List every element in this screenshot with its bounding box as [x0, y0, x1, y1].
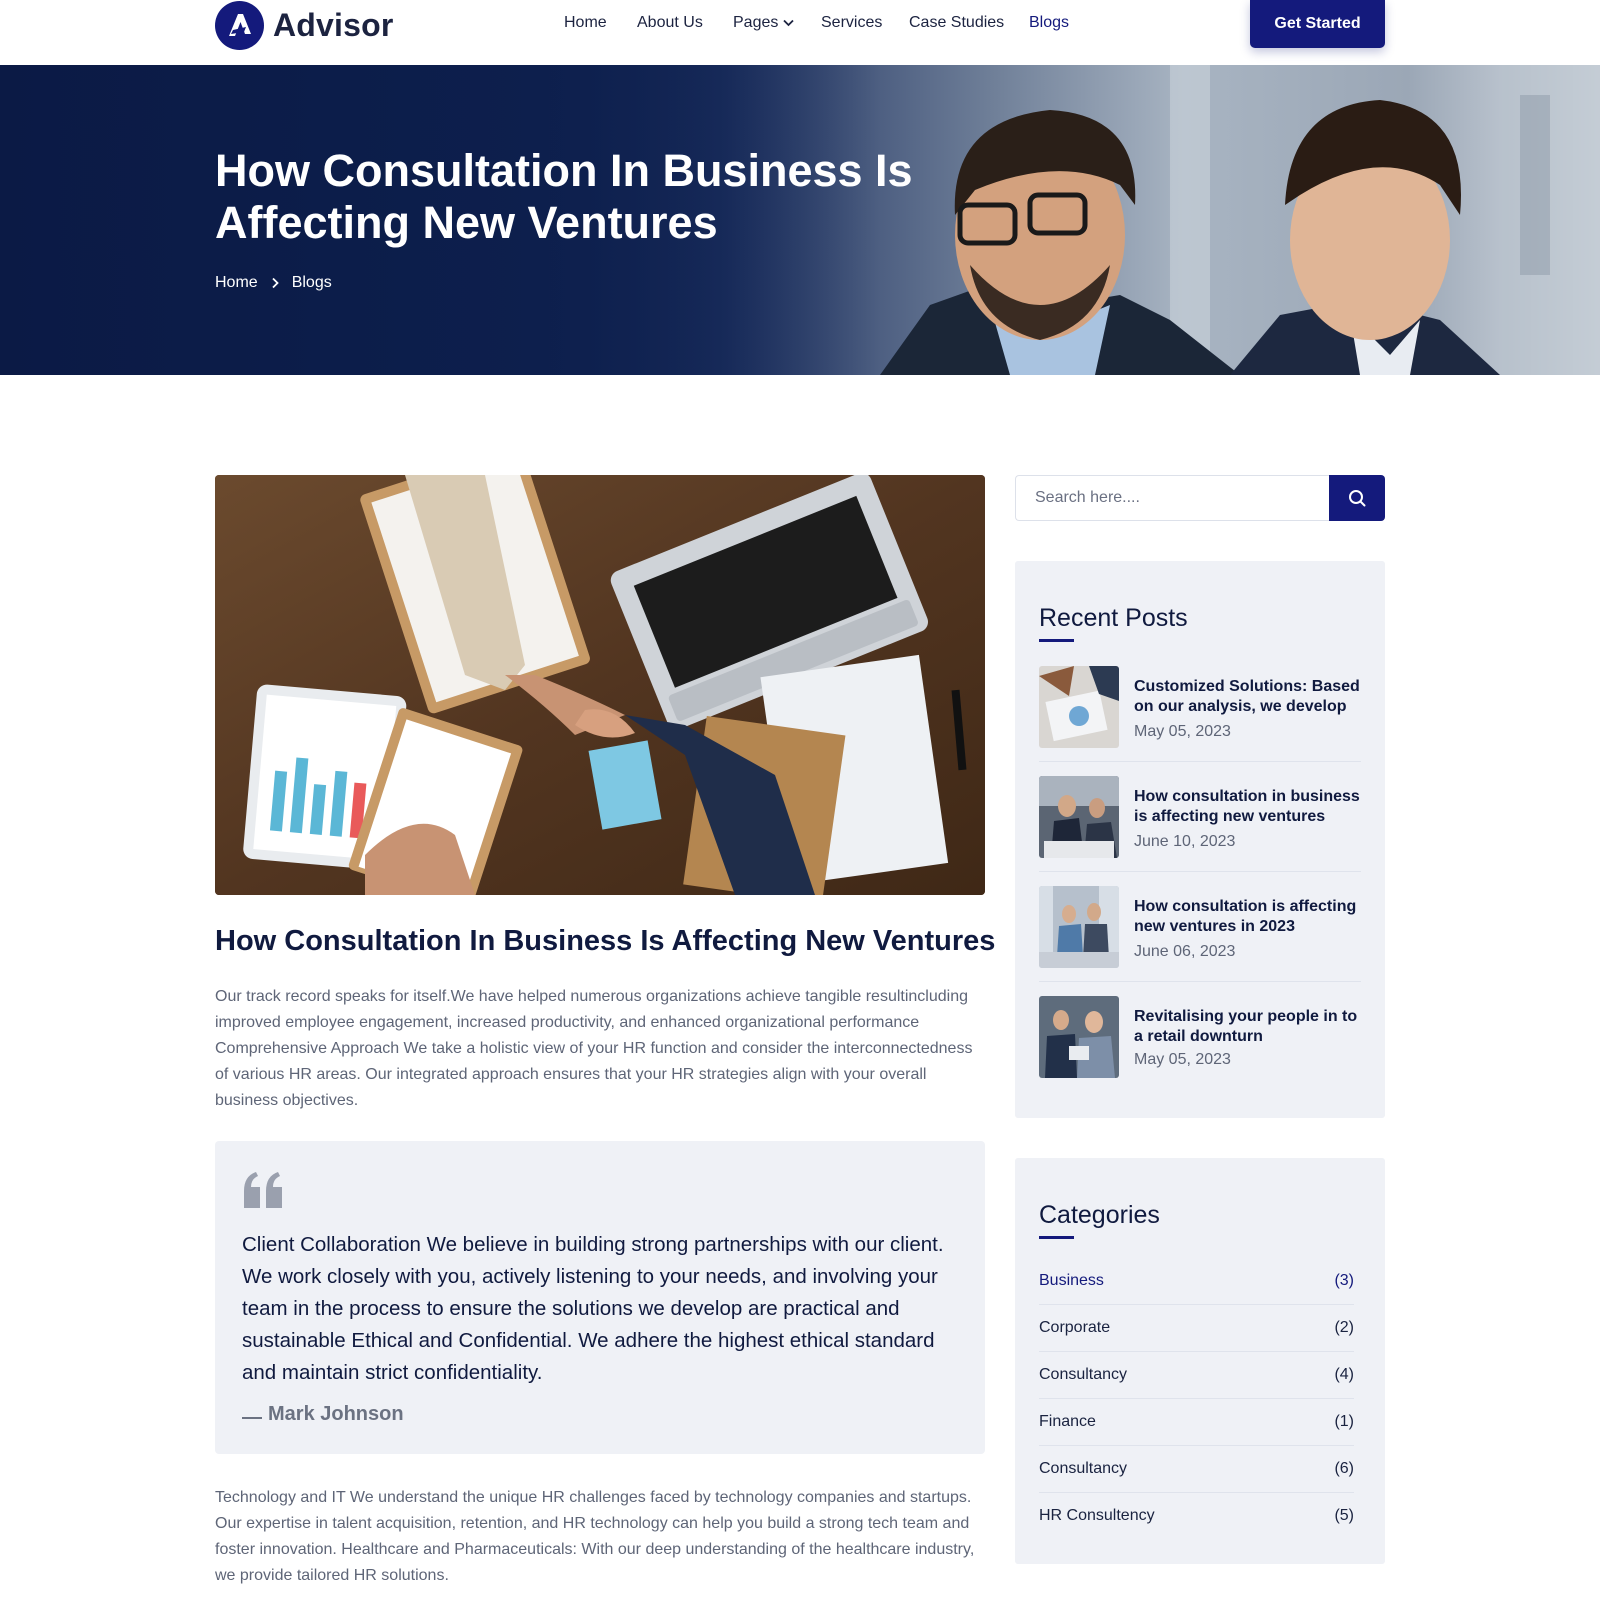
quote-dash — [242, 1416, 262, 1419]
nav-about-us[interactable]: About Us — [637, 14, 703, 32]
article-quote: Client Collaboration We believe in build… — [215, 1141, 985, 1454]
site-header: Advisor Home About Us Pages Services Cas… — [0, 0, 1600, 65]
categories-title: Categories — [1039, 1201, 1160, 1229]
recent-posts-widget: Recent Posts Customized Solutions: Based… — [1015, 561, 1385, 1118]
post-divider — [1039, 871, 1361, 872]
breadcrumb-current: Blogs — [291, 274, 332, 291]
category-name: Corporate — [1039, 1318, 1111, 1336]
search-icon — [1349, 490, 1366, 507]
recent-post-item[interactable]: How consultation in business is affectin… — [1039, 776, 1361, 886]
recent-post-item[interactable]: Revitalising your people in to a retail … — [1039, 996, 1361, 1106]
category-count: (6) — [1334, 1459, 1354, 1477]
brand-logo[interactable]: Advisor — [215, 0, 394, 50]
recent-post-item[interactable]: How consultation is affecting new ventur… — [1039, 886, 1361, 996]
category-item[interactable]: HR Consultency (5) — [1039, 1492, 1354, 1539]
category-name: Consultancy — [1039, 1459, 1128, 1477]
post-thumbnail — [1039, 996, 1119, 1078]
recent-posts-title: Recent Posts — [1039, 604, 1188, 632]
nav-home[interactable]: Home — [564, 14, 607, 32]
logo-mark-icon — [215, 0, 264, 50]
post-date: June 10, 2023 — [1134, 833, 1236, 850]
category-count: (4) — [1334, 1365, 1354, 1383]
quote-author: Mark Johnson — [242, 1403, 404, 1426]
post-thumbnail — [1039, 666, 1119, 748]
quote-author-name: Mark Johnson — [268, 1403, 404, 1425]
post-date: June 06, 2023 — [1134, 943, 1236, 960]
nav-services[interactable]: Services — [821, 14, 882, 32]
post-title: Customized Solutions: Based on our analy… — [1134, 678, 1360, 715]
widget-underline — [1039, 639, 1074, 642]
search-form — [1015, 475, 1385, 521]
category-name: Finance — [1039, 1412, 1096, 1430]
category-count: (3) — [1334, 1271, 1354, 1289]
brand-name: Advisor — [273, 6, 394, 43]
category-name: HR Consultency — [1039, 1506, 1155, 1524]
article-intro: Our track record speaks for itself.We ha… — [215, 988, 973, 1109]
category-count: (2) — [1334, 1318, 1354, 1336]
category-count: (1) — [1334, 1412, 1354, 1430]
post-date: May 05, 2023 — [1134, 1051, 1231, 1068]
nav-case-studies[interactable]: Case Studies — [909, 14, 1004, 32]
category-name: Business — [1039, 1271, 1104, 1289]
post-thumbnail — [1039, 886, 1119, 968]
quote-text: Client Collaboration We believe in build… — [242, 1233, 944, 1384]
category-item[interactable]: Business (3) — [1039, 1257, 1354, 1304]
category-item[interactable]: Consultancy (4) — [1039, 1351, 1354, 1398]
category-item[interactable]: Consultancy (6) — [1039, 1445, 1354, 1492]
category-count: (5) — [1334, 1506, 1354, 1524]
search-button[interactable] — [1329, 475, 1385, 521]
post-title: How consultation in business is affectin… — [1134, 788, 1360, 825]
breadcrumb: Home Blogs — [215, 274, 332, 292]
page-title: How Consultation In Business Is Affectin… — [215, 145, 913, 248]
search-input[interactable] — [1015, 475, 1329, 521]
breadcrumb-home[interactable]: Home — [215, 274, 258, 292]
category-name: Consultancy — [1039, 1365, 1128, 1383]
post-divider — [1039, 981, 1361, 982]
post-date: May 05, 2023 — [1134, 723, 1231, 740]
post-thumbnail — [1039, 776, 1119, 858]
article-title: How Consultation In Business Is Affectin… — [215, 925, 996, 957]
recent-post-item[interactable]: Customized Solutions: Based on our analy… — [1039, 666, 1361, 776]
article-body: Technology and IT We understand the uniq… — [215, 1489, 975, 1584]
page-hero: How Consultation In Business Is Affectin… — [0, 65, 1600, 375]
nav-blogs[interactable]: Blogs — [1029, 14, 1069, 32]
categories-widget: Categories Business (3) Corporate (2) Co… — [1015, 1158, 1385, 1564]
category-item[interactable]: Finance (1) — [1039, 1398, 1354, 1445]
chevron-right-icon — [272, 277, 279, 289]
category-item[interactable]: Corporate (2) — [1039, 1304, 1354, 1351]
post-divider — [1039, 761, 1361, 762]
chevron-down-icon — [783, 19, 795, 27]
article-featured-image — [215, 475, 985, 895]
post-title: Revitalising your people in to a retail … — [1134, 1008, 1358, 1045]
nav-pages[interactable]: Pages — [733, 14, 795, 32]
nav-pages-label: Pages — [733, 14, 779, 31]
get-started-button[interactable]: Get Started — [1250, 0, 1385, 48]
post-title: How consultation is affecting new ventur… — [1134, 898, 1357, 935]
quote-icon — [244, 1172, 282, 1208]
widget-underline — [1039, 1236, 1074, 1239]
